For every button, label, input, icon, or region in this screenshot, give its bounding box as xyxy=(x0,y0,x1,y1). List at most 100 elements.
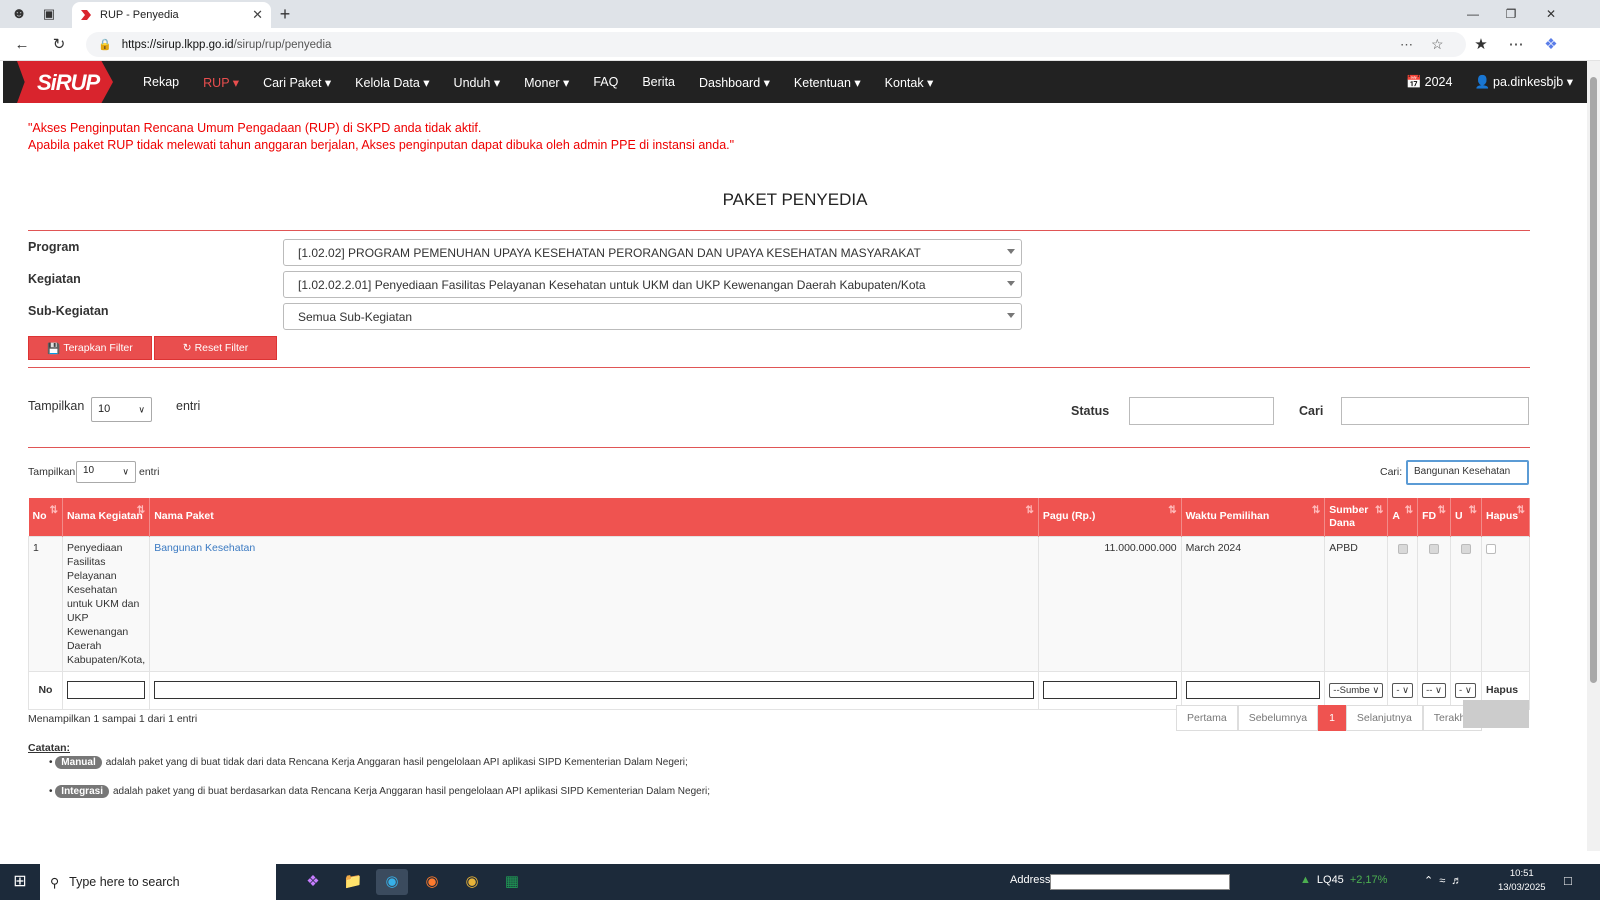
cell-kegiatan: Penyediaan Fasilitas Pelayanan Kesehatan… xyxy=(61,535,151,672)
filter-sumber-select[interactable]: --Sumbe ∨ xyxy=(1329,682,1384,698)
menu-dashboard[interactable]: Dashboard ▾ xyxy=(699,75,770,90)
table-search-input[interactable]: Bangunan Kesehatan xyxy=(1406,460,1529,485)
paket-link[interactable]: Bangunan Kesehatan xyxy=(154,542,255,554)
menu-kelola-data[interactable]: Kelola Data ▾ xyxy=(355,75,429,90)
reload-icon[interactable]: ↻ xyxy=(48,34,70,56)
restore-icon[interactable]: ❐ xyxy=(1496,4,1526,24)
new-tab-button[interactable]: + xyxy=(274,3,296,25)
header-fd[interactable]: FD ⇅ xyxy=(1417,498,1452,536)
menu-unduh[interactable]: Unduh ▾ xyxy=(454,75,501,90)
copilot-icon[interactable]: ❖ xyxy=(1540,34,1562,56)
lock-icon: 🔒 xyxy=(98,39,112,51)
menu-rup[interactable]: RUP ▾ xyxy=(203,75,239,90)
footer-paket-cell xyxy=(149,670,1039,710)
sort-icon: ⇅ xyxy=(1168,505,1177,516)
url-field[interactable]: 🔒 https://sirup.lkpp.go.id/sirup/rup/pen… xyxy=(86,32,1466,57)
chevron-down-icon: ∨ xyxy=(122,466,129,477)
subkegiatan-select[interactable]: Semua Sub-Kegiatan xyxy=(283,303,1022,330)
user-name: pa.dinkesbjb ▾ xyxy=(1493,75,1573,89)
taskbar-search[interactable]: ⚲ Type here to search xyxy=(40,864,276,900)
filter-u-select[interactable]: - ∨ xyxy=(1455,682,1476,698)
tab-actions-icon[interactable]: ▣ xyxy=(38,3,60,25)
copilot-app-icon[interactable]: ❖ xyxy=(297,869,329,895)
browser-tab[interactable]: RUP - Penyedia ✕ xyxy=(72,2,271,28)
reset-filter-button[interactable]: ↻ Reset Filter xyxy=(154,336,277,360)
manual-text: adalah paket yang di buat tidak dari dat… xyxy=(105,757,688,768)
menu-ketentuan[interactable]: Ketentuan ▾ xyxy=(794,75,861,90)
export-button-placeholder[interactable] xyxy=(1463,700,1529,728)
header-sumber-dana[interactable]: Sumber Dana ⇅ xyxy=(1324,498,1389,536)
menu-berita[interactable]: Berita xyxy=(642,75,675,89)
clock[interactable]: 10:51 13/03/2025 xyxy=(1498,867,1546,895)
menu-cari-paket[interactable]: Cari Paket ▾ xyxy=(263,75,331,90)
header-nama-paket[interactable]: Nama Paket ⇅ xyxy=(149,498,1039,536)
profile-icon[interactable]: ☻ xyxy=(8,3,30,25)
edge-icon[interactable]: ◉ xyxy=(376,869,408,895)
header-u[interactable]: U ⇅ xyxy=(1450,498,1482,536)
header-no[interactable]: No ⇅ xyxy=(28,498,63,536)
filter-a-select[interactable]: - ∨ xyxy=(1392,682,1414,698)
cell-pagu: 11.000.000.000 xyxy=(1037,535,1182,672)
filter-pagu-input[interactable] xyxy=(1042,681,1177,699)
stock-widget[interactable]: ▲ LQ45 +2,17% xyxy=(1300,874,1387,886)
scroll-thumb[interactable] xyxy=(1590,77,1597,683)
tab-close-icon[interactable]: ✕ xyxy=(252,7,263,23)
table-show-select[interactable]: 10 ∨ xyxy=(76,461,136,483)
firefox-icon[interactable]: ◉ xyxy=(416,869,448,895)
kegiatan-select[interactable]: [1.02.02.2.01] Penyediaan Fasilitas Pela… xyxy=(283,271,1022,298)
menu-moner[interactable]: Moner ▾ xyxy=(524,75,569,90)
sirup-logo[interactable]: SiRUP xyxy=(3,61,123,103)
fd-checkbox[interactable] xyxy=(1429,543,1440,554)
site-navbar: SiRUP Rekap RUP ▾ Cari Paket ▾ Kelola Da… xyxy=(3,61,1587,103)
apply-filter-label: Terapkan Filter xyxy=(63,342,133,354)
show-entries-select[interactable]: 10 ∨ xyxy=(91,397,152,422)
u-checkbox[interactable] xyxy=(1461,543,1471,554)
notification-icon[interactable]: □ xyxy=(1564,873,1572,888)
note-integrasi: • Integrasi adalah paket yang di buat ber… xyxy=(49,785,710,798)
address-toolbar-input[interactable] xyxy=(1050,874,1230,890)
favorite-star-icon[interactable]: ☆ xyxy=(1431,36,1444,53)
page-current[interactable]: 1 xyxy=(1318,705,1346,731)
integrasi-text: adalah paket yang di buat berdasarkan da… xyxy=(112,786,711,797)
header-pagu[interactable]: Pagu (Rp.) ⇅ xyxy=(1038,498,1182,536)
menu-kontak[interactable]: Kontak ▾ xyxy=(885,75,934,90)
filter-fd-select[interactable]: -- ∨ xyxy=(1422,682,1447,698)
chrome-icon[interactable]: ◉ xyxy=(456,869,488,895)
header-waktu-pemilihan[interactable]: Waktu Pemilihan ⇅ xyxy=(1181,498,1326,536)
menu-rekap[interactable]: Rekap xyxy=(143,75,179,89)
page-previous[interactable]: Sebelumnya xyxy=(1237,705,1319,731)
reader-icon[interactable]: ⋯ xyxy=(1400,37,1413,53)
status-input[interactable] xyxy=(1129,397,1274,425)
table-show-value: 10 xyxy=(83,465,95,476)
filter-waktu-input[interactable] xyxy=(1185,681,1321,699)
menu-faq[interactable]: FAQ xyxy=(593,75,618,89)
year-selector[interactable]: 📅 2024 xyxy=(1406,75,1452,90)
program-select[interactable]: [1.02.02] PROGRAM PEMENUHAN UPAYA KESEHA… xyxy=(283,239,1022,266)
file-explorer-icon[interactable]: 📁 xyxy=(337,869,369,895)
excel-icon[interactable]: ▦ xyxy=(496,869,528,895)
a-checkbox[interactable] xyxy=(1397,543,1408,554)
windows-start-icon[interactable]: ⊞ xyxy=(4,869,36,895)
header-hapus[interactable]: Hapus ⇅ xyxy=(1481,498,1530,536)
search-input[interactable] xyxy=(1341,397,1529,425)
back-icon[interactable]: ← xyxy=(11,34,33,56)
header-a[interactable]: A ⇅ xyxy=(1387,498,1419,536)
filter-paket-input[interactable] xyxy=(154,681,1034,699)
hapus-checkbox[interactable] xyxy=(1486,543,1496,554)
browser-tab-bar: ☻ ▣ RUP - Penyedia ✕ + — ❐ ✕ xyxy=(0,0,1600,28)
cell-u xyxy=(1450,535,1482,672)
minimize-icon[interactable]: — xyxy=(1458,4,1488,24)
sort-icon: ⇅ xyxy=(136,505,146,516)
favorites-icon[interactable]: ★ xyxy=(1470,34,1492,56)
page-next[interactable]: Selanjutnya xyxy=(1345,705,1423,731)
header-nama-kegiatan[interactable]: Nama Kegiatan ⇅ xyxy=(62,498,151,536)
address-toolbar-label: Address xyxy=(1010,874,1051,886)
window-close-icon[interactable]: ✕ xyxy=(1536,4,1566,24)
user-menu[interactable]: 👤 pa.dinkesbjb ▾ xyxy=(1474,74,1573,90)
page-first[interactable]: Pertama xyxy=(1176,705,1238,731)
page-scrollbar[interactable] xyxy=(1587,61,1600,851)
system-tray-icons[interactable]: ⌃≈♬ xyxy=(1424,874,1468,887)
apply-filter-button[interactable]: 💾 Terapkan Filter xyxy=(28,336,152,360)
filter-kegiatan-input[interactable] xyxy=(66,681,146,699)
more-icon[interactable]: ⋯ xyxy=(1505,34,1527,56)
